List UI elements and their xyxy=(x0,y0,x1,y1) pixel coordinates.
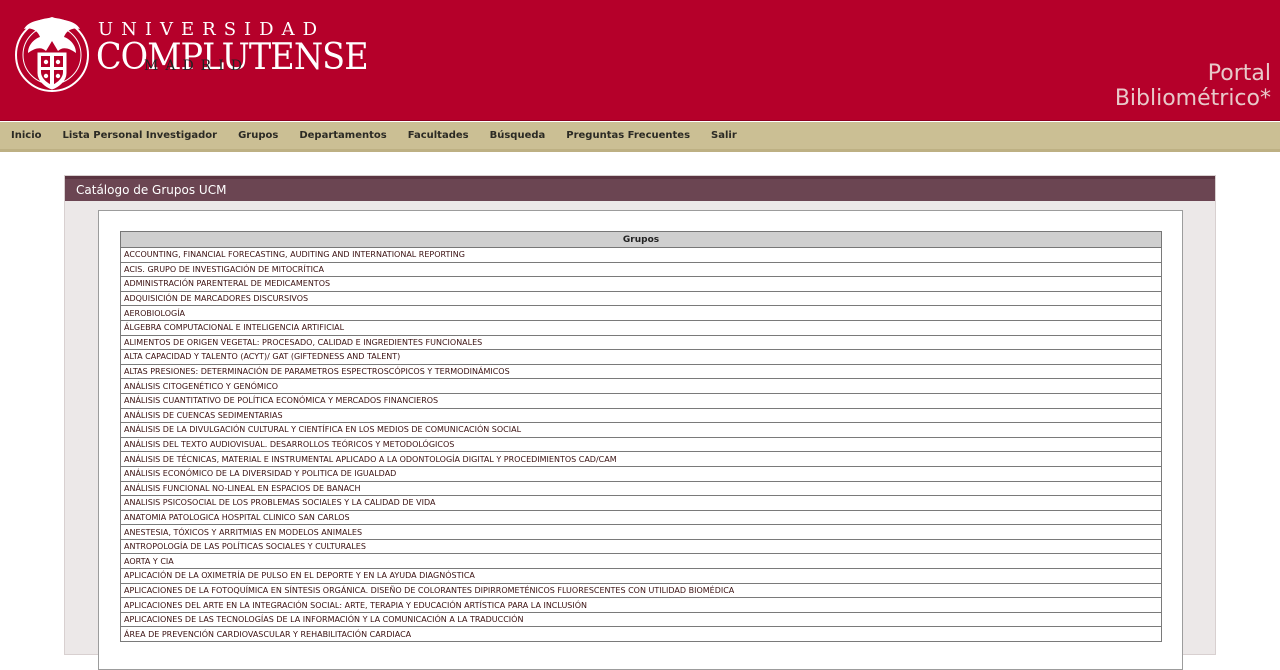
table-row: ANÁLISIS CITOGENÉTICO Y GENÓMICO xyxy=(120,378,1162,394)
panel-title: Catálogo de Grupos UCM xyxy=(65,176,1215,201)
nav-inicio[interactable]: Inicio xyxy=(0,130,52,141)
group-link[interactable]: AORTA Y CIA xyxy=(120,553,1162,570)
group-link[interactable]: ANÁLISIS CITOGENÉTICO Y GENÓMICO xyxy=(120,378,1162,394)
table-row: ANÁLISIS CUANTITATIVO DE POLÍTICA ECONÓM… xyxy=(120,392,1162,409)
group-link[interactable]: ANTROPOLOGÍA DE LAS POLÍTICAS SOCIALES Y… xyxy=(120,538,1162,555)
nav-facultades[interactable]: Facultades xyxy=(397,130,479,141)
table-row: ACIS. GRUPO DE INVESTIGACIÓN DE MITOCRÍT… xyxy=(120,261,1162,278)
group-link[interactable]: ANÁLISIS DEL TEXTO AUDIOVISUAL. DESARROL… xyxy=(120,436,1162,453)
nav-grupos[interactable]: Grupos xyxy=(228,130,289,141)
group-link[interactable]: ANÁLISIS ECONÓMICO DE LA DIVERSIDAD Y PO… xyxy=(120,465,1162,482)
group-link[interactable]: ALTAS PRESIONES: DETERMINACIÓN DE PARAME… xyxy=(120,363,1162,380)
group-link[interactable]: ANALISIS PSICOSOCIAL DE LOS PROBLEMAS SO… xyxy=(120,495,1162,511)
table-row: APLICACIONES DEL ARTE EN LA INTEGRACIÓN … xyxy=(120,597,1162,613)
catalog-content: Grupos ACCOUNTING, FINANCIAL FORECASTING… xyxy=(98,210,1183,670)
group-link[interactable]: ÁREA DE PREVENCIÓN CARDIOVASCULAR Y REHA… xyxy=(120,626,1162,643)
nav-preguntas-frecuentes[interactable]: Preguntas Frecuentes xyxy=(556,130,701,141)
table-row: APLICACIÓN DE LA OXIMETRÍA DE PULSO EN E… xyxy=(120,568,1162,584)
table-row: AEROBIOLOGÍA xyxy=(120,305,1162,321)
table-row: ANÁLISIS DE TÉCNICAS, MATERIAL E INSTRUM… xyxy=(120,451,1162,467)
group-link[interactable]: AEROBIOLOGÍA xyxy=(120,305,1162,321)
nav-departamentos[interactable]: Departamentos xyxy=(289,130,397,141)
table-row: ÁREA DE PREVENCIÓN CARDIOVASCULAR Y REHA… xyxy=(120,626,1162,643)
table-row: ANÁLISIS DE LA DIVULGACIÓN CULTURAL Y CI… xyxy=(120,422,1162,438)
nav-busqueda[interactable]: Búsqueda xyxy=(479,130,556,141)
nav-lista-personal-investigador[interactable]: Lista Personal Investigador xyxy=(52,130,228,141)
group-link[interactable]: APLICACIÓN DE LA OXIMETRÍA DE PULSO EN E… xyxy=(120,568,1162,584)
group-link[interactable]: ANÁLISIS CUANTITATIVO DE POLÍTICA ECONÓM… xyxy=(120,392,1162,409)
group-link[interactable]: ANATOMIA PATOLOGICA HOSPITAL CLINICO SAN… xyxy=(120,509,1162,526)
table-row: ANÁLISIS ECONÓMICO DE LA DIVERSIDAD Y PO… xyxy=(120,465,1162,482)
group-link[interactable]: ALIMENTOS DE ORIGEN VEGETAL: PROCESADO, … xyxy=(120,334,1162,351)
table-row: ALIMENTOS DE ORIGEN VEGETAL: PROCESADO, … xyxy=(120,334,1162,351)
group-link[interactable]: ACIS. GRUPO DE INVESTIGACIÓN DE MITOCRÍT… xyxy=(120,261,1162,278)
table-row: ACCOUNTING, FINANCIAL FORECASTING, AUDIT… xyxy=(120,247,1162,263)
group-link[interactable]: APLICACIONES DE LA FOTOQUÍMICA EN SÍNTES… xyxy=(120,582,1162,599)
site-header: UNIVERSIDAD COMPLUTENSE MADRID Portal Bi… xyxy=(0,0,1280,121)
nav-salir[interactable]: Salir xyxy=(701,130,748,141)
table-row: APLICACIONES DE LA FOTOQUÍMICA EN SÍNTES… xyxy=(120,582,1162,599)
group-link[interactable]: ANESTESIA, TÓXICOS Y ARRITMIAS EN MODELO… xyxy=(120,524,1162,540)
column-header-grupos: Grupos xyxy=(120,231,1162,248)
group-link[interactable]: ANÁLISIS FUNCIONAL NO-LINEAL EN ESPACIOS… xyxy=(120,480,1162,497)
table-row: ANÁLISIS DE CUENCAS SEDIMENTARIAS xyxy=(120,407,1162,424)
table-row: AORTA Y CIA xyxy=(120,553,1162,570)
table-row: ANÁLISIS DEL TEXTO AUDIOVISUAL. DESARROL… xyxy=(120,436,1162,453)
groups-table: Grupos ACCOUNTING, FINANCIAL FORECASTING… xyxy=(120,231,1162,643)
catalog-panel: Catálogo de Grupos UCM Grupos ACCOUNTING… xyxy=(64,175,1216,670)
group-link[interactable]: ÁLGEBRA COMPUTACIONAL E INTELIGENCIA ART… xyxy=(120,319,1162,336)
table-row: ALTAS PRESIONES: DETERMINACIÓN DE PARAME… xyxy=(120,363,1162,380)
table-row: ANTROPOLOGÍA DE LAS POLÍTICAS SOCIALES Y… xyxy=(120,538,1162,555)
table-row: ADQUISICIÓN DE MARCADORES DISCURSIVOS xyxy=(120,290,1162,307)
group-link[interactable]: ALTA CAPACIDAD Y TALENTO (ACYT)/ GAT (GI… xyxy=(120,349,1162,365)
university-seal-icon[interactable] xyxy=(12,11,92,99)
portal-title-line2: Bibliométrico* xyxy=(1114,86,1271,111)
group-link[interactable]: ADQUISICIÓN DE MARCADORES DISCURSIVOS xyxy=(120,290,1162,307)
group-link[interactable]: ANÁLISIS DE LA DIVULGACIÓN CULTURAL Y CI… xyxy=(120,422,1162,438)
table-header-row: Grupos xyxy=(120,231,1162,248)
main-navigation: Inicio Lista Personal Investigador Grupo… xyxy=(0,122,1280,152)
portal-title-line1: Portal xyxy=(1207,61,1271,86)
group-link[interactable]: ADMINISTRACIÓN PARENTERAL DE MEDICAMENTO… xyxy=(120,276,1162,292)
portal-title: Portal Bibliométrico* xyxy=(1115,61,1271,111)
group-link[interactable]: APLICACIONES DEL ARTE EN LA INTEGRACIÓN … xyxy=(120,597,1162,613)
group-link[interactable]: ANÁLISIS DE TÉCNICAS, MATERIAL E INSTRUM… xyxy=(120,451,1162,467)
table-row: ANATOMIA PATOLOGICA HOSPITAL CLINICO SAN… xyxy=(120,509,1162,526)
table-row: ALTA CAPACIDAD Y TALENTO (ACYT)/ GAT (GI… xyxy=(120,349,1162,365)
group-link[interactable]: ACCOUNTING, FINANCIAL FORECASTING, AUDIT… xyxy=(120,247,1162,263)
table-row: ANESTESIA, TÓXICOS Y ARRITMIAS EN MODELO… xyxy=(120,524,1162,540)
group-link[interactable]: ANÁLISIS DE CUENCAS SEDIMENTARIAS xyxy=(120,407,1162,424)
table-row: ADMINISTRACIÓN PARENTERAL DE MEDICAMENTO… xyxy=(120,276,1162,292)
table-row: ANÁLISIS FUNCIONAL NO-LINEAL EN ESPACIOS… xyxy=(120,480,1162,497)
table-row: ÁLGEBRA COMPUTACIONAL E INTELIGENCIA ART… xyxy=(120,319,1162,336)
group-link[interactable]: APLICACIONES DE LAS TECNOLOGÍAS DE LA IN… xyxy=(120,611,1162,628)
wordmark-madrid: MADRID xyxy=(144,58,249,74)
table-row: ANALISIS PSICOSOCIAL DE LOS PROBLEMAS SO… xyxy=(120,495,1162,511)
table-row: APLICACIONES DE LAS TECNOLOGÍAS DE LA IN… xyxy=(120,611,1162,628)
